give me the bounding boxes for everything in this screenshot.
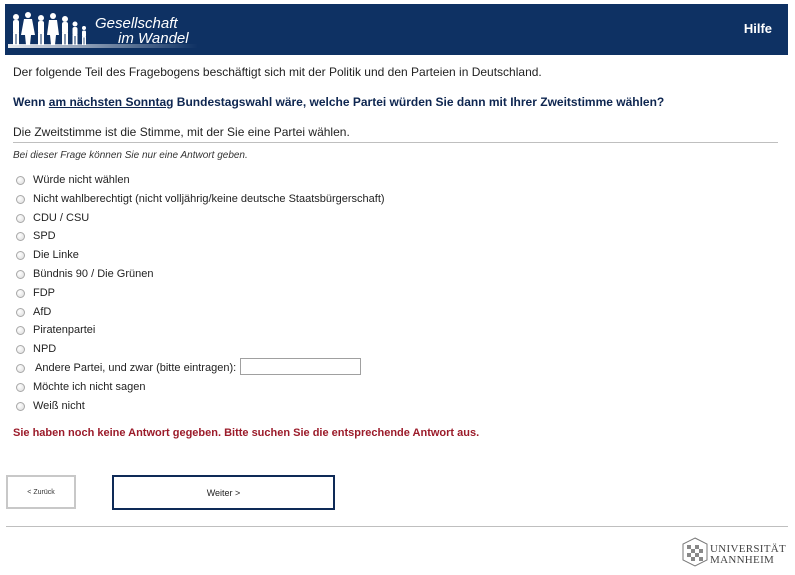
divider <box>13 142 778 143</box>
explanation-text: Die Zweitstimme ist die Stimme, mit der … <box>13 125 350 139</box>
option-label: FDP <box>33 287 55 299</box>
option-wuerde-nicht-waehlen[interactable]: Würde nicht wählen <box>16 171 130 189</box>
university-name-line2: MANNHEIM <box>710 554 775 566</box>
option-afd[interactable]: AfD <box>16 303 51 321</box>
next-button[interactable]: Weiter > <box>112 475 335 510</box>
error-message: Sie haben noch keine Antwort gegeben. Bi… <box>13 427 480 439</box>
radio-button[interactable] <box>16 213 25 223</box>
option-die-linke[interactable]: Die Linke <box>16 246 79 264</box>
option-andere-partei[interactable]: Andere Partei, und zwar (bitte eintragen… <box>16 359 236 377</box>
option-label: NPD <box>33 343 57 355</box>
radio-button[interactable] <box>16 250 25 260</box>
option-label: Würde nicht wählen <box>33 174 130 186</box>
question-suffix: Bundestagswahl wäre, welche Partei würde… <box>173 95 665 109</box>
option-label: Weiß nicht <box>33 400 85 412</box>
option-label: Bündnis 90 / Die Grünen <box>33 268 154 280</box>
radio-button[interactable] <box>16 231 25 241</box>
answer-hint: Bei dieser Frage können Sie nur eine Ant… <box>13 150 248 161</box>
header-bar: Gesellschaft im Wandel Hilfe <box>5 4 788 55</box>
option-gruene[interactable]: Bündnis 90 / Die Grünen <box>16 265 153 283</box>
radio-button[interactable] <box>16 269 25 279</box>
gesellschaft-im-wandel-logo: Gesellschaft im Wandel <box>8 8 198 54</box>
radio-button[interactable] <box>16 288 25 298</box>
question-prefix: Wenn <box>13 95 49 109</box>
option-npd[interactable]: NPD <box>16 340 56 358</box>
option-label: Nicht wahlberechtigt (nicht volljährig/k… <box>33 193 385 205</box>
logo-text-line2: im Wandel <box>118 30 189 47</box>
option-spd[interactable]: SPD <box>16 227 56 245</box>
radio-button[interactable] <box>16 194 25 204</box>
footer-divider <box>6 526 788 527</box>
option-label: CDU / CSU <box>33 212 90 224</box>
option-nicht-wahlberechtigt[interactable]: Nicht wahlberechtigt (nicht volljährig/k… <box>16 190 385 208</box>
option-weiss-nicht[interactable]: Weiß nicht <box>16 397 85 415</box>
option-label: Möchte ich nicht sagen <box>33 381 146 393</box>
question-emphasis: am nächsten Sonntag <box>48 95 174 109</box>
help-link[interactable]: Hilfe <box>744 21 772 36</box>
radio-button[interactable] <box>16 401 25 411</box>
radio-button[interactable] <box>16 344 25 354</box>
radio-button[interactable] <box>16 325 25 335</box>
option-label: Die Linke <box>33 249 79 261</box>
other-party-input[interactable] <box>240 358 361 375</box>
radio-button[interactable] <box>16 382 25 392</box>
back-button[interactable]: < Zurück <box>6 475 76 509</box>
option-piratenpartei[interactable]: Piratenpartei <box>16 321 95 339</box>
university-mannheim-logo: UNIVERSITÄT MANNHEIM <box>682 536 790 568</box>
option-cdu-csu[interactable]: CDU / CSU <box>16 209 89 227</box>
university-crest-icon <box>682 537 708 567</box>
option-label: SPD <box>33 230 56 242</box>
intro-text: Der folgende Teil des Fragebogens beschä… <box>13 65 542 79</box>
radio-button[interactable] <box>16 175 25 185</box>
radio-button[interactable] <box>16 307 25 317</box>
option-fdp[interactable]: FDP <box>16 284 55 302</box>
option-label: Andere Partei, und zwar (bitte eintragen… <box>35 362 237 374</box>
option-label: AfD <box>33 306 52 318</box>
radio-button[interactable] <box>16 363 25 373</box>
option-label: Piratenpartei <box>33 324 96 336</box>
option-moechte-nicht-sagen[interactable]: Möchte ich nicht sagen <box>16 378 146 396</box>
question-text: Wenn am nächsten Sonntag Bundestagswahl … <box>13 95 664 109</box>
